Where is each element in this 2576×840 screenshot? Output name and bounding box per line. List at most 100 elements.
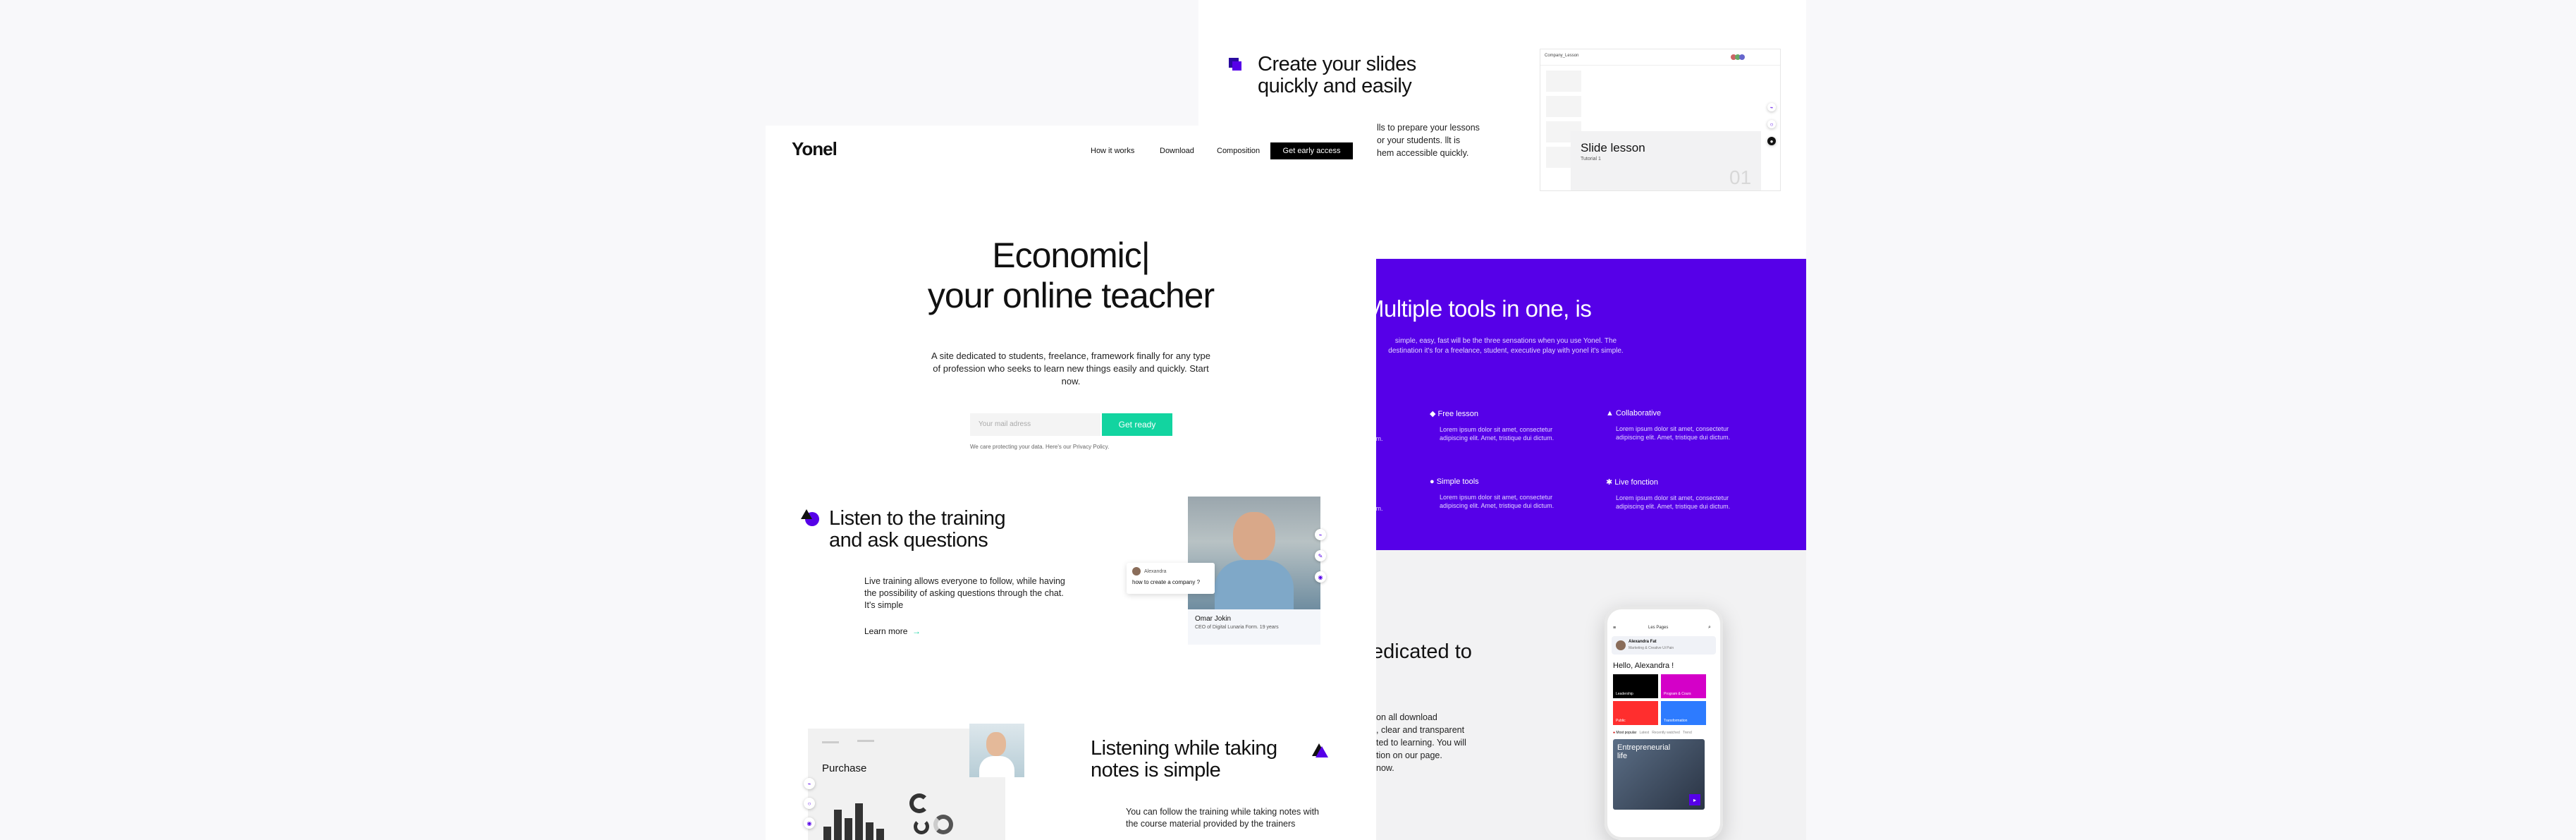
tile-leadership[interactable]: Leadership [1613, 674, 1658, 698]
trainer-name: Omar Jokin [1195, 615, 1232, 623]
user-name: Alexandra Fat [1629, 640, 1657, 644]
nav-download[interactable]: Download [1160, 147, 1194, 155]
slides-desc-line: lls to prepare your lessons [1377, 123, 1480, 133]
chat-bubble: Alexandra how to create a company ? [1127, 563, 1215, 594]
nav-composition[interactable]: Composition [1217, 147, 1260, 155]
notes-description: You can follow the training while taking… [1126, 807, 1320, 829]
tile-program[interactable]: Program & Cours [1661, 674, 1706, 698]
tile-label: Program & Cours [1664, 692, 1691, 696]
user-card[interactable]: Alexandra Fat Marketing & Creative Ui Pa… [1612, 636, 1716, 655]
listen-title-line1: Listen to the training [829, 507, 1006, 530]
link-icon[interactable]: ⌁ [804, 778, 815, 789]
chat-message: how to create a company ? [1132, 579, 1201, 585]
promo-title: Entrepreneurial life [1617, 743, 1671, 760]
dedicated-line: , clear and transparent [1376, 725, 1465, 735]
listen-icon [801, 509, 819, 528]
eye-icon[interactable]: ◉ [804, 817, 815, 829]
slide-canvas[interactable]: Slide lesson Tutorial 1 01 [1571, 131, 1761, 190]
feature-live-fonction: ✱ Live fonction Lorem ipsum dolor sit am… [1606, 477, 1757, 511]
tools-fragment: tum. [1376, 505, 1383, 512]
nav-how-it-works[interactable]: How it works [1091, 147, 1134, 155]
slides-title-line1: Create your slides [1258, 53, 1416, 75]
phone-tabs: ● Most popular Latest Recently watched T… [1613, 731, 1692, 735]
triangle-icon: ▲ [1606, 409, 1614, 418]
tab-most-popular[interactable]: Most popular [1616, 731, 1636, 735]
privacy-note[interactable]: We care protecting your data. Here's our… [970, 444, 1109, 450]
play-icon[interactable]: ▸ [1689, 794, 1700, 805]
slides-title-line2: quickly and easily [1258, 75, 1412, 97]
landing-page: Yonel How it works Download Composition … [766, 126, 1376, 840]
link-icon[interactable]: ⌁ [1315, 529, 1326, 540]
chat-name: Alexandra [1144, 568, 1167, 574]
tab-latest[interactable]: Latest [1640, 731, 1650, 735]
slide-thumb[interactable] [1546, 96, 1581, 117]
purchase-bar [845, 818, 852, 840]
hero-title-line2: your online teacher [927, 276, 1215, 315]
shirt-shape [979, 756, 1014, 777]
search-icon[interactable]: ⌕ [1708, 625, 1711, 631]
tile-transformation[interactable]: Transformation [1661, 701, 1706, 725]
get-early-access-button[interactable]: Get early access [1270, 142, 1353, 159]
notes-title-line2: notes is simple [1091, 759, 1221, 781]
phone-header: Les Pages [1648, 626, 1669, 630]
feature-desc: Lorem ipsum dolor sit amet, consectetur … [1616, 494, 1731, 510]
dedicated-line: ted to learning. You will [1376, 738, 1466, 748]
feature-free-lesson: ◆ Free lesson Lorem ipsum dolor sit amet… [1430, 409, 1581, 442]
feature-desc: Lorem ipsum dolor sit amet, consectetur … [1440, 426, 1554, 442]
feature-desc: Lorem ipsum dolor sit amet, consectetur … [1440, 494, 1554, 509]
tools-fragment: tum. [1376, 435, 1383, 442]
feature-desc: Lorem ipsum dolor sit amet, consectetur … [1616, 425, 1731, 441]
tools-section: Multiple tools in one, is simple, easy, … [1376, 259, 1806, 550]
label-line [822, 741, 839, 743]
avatar [1739, 54, 1745, 60]
hero-title-line1: Economic| [992, 236, 1151, 275]
promo-card[interactable]: Entrepreneurial life ▸ [1613, 739, 1705, 810]
mock-slide-title: Slide lesson [1581, 141, 1645, 154]
slides-desc-line: or your students. llt is [1377, 135, 1461, 145]
slides-description: lls to prepare your lessons or your stud… [1377, 121, 1480, 159]
tab-recently-watched[interactable]: Recently watched [1652, 731, 1679, 735]
listen-description: Live training allows everyone to follow,… [864, 576, 1065, 610]
donut-chart [909, 793, 929, 813]
email-input[interactable]: Your mail adress [970, 413, 1100, 436]
avatar [1132, 567, 1141, 576]
slides-desc-line: hem accessible quickly. [1377, 148, 1469, 158]
feature-name: Collaborative [1615, 409, 1662, 418]
trainer-card: Omar Jokin CEO of Digital Lunaria Form. … [1188, 609, 1320, 645]
logo[interactable]: Yonel [792, 138, 838, 160]
settings-icon[interactable]: ● [1767, 137, 1776, 145]
purchase-title: Purchase [822, 762, 867, 774]
menu-icon[interactable]: ≡ [1613, 626, 1616, 631]
purchase-bar [834, 810, 842, 840]
avatar [1616, 640, 1626, 650]
chat-icon[interactable]: ○ [1767, 120, 1776, 128]
slide-thumb[interactable] [1546, 71, 1581, 92]
dedicated-text: on all download , clear and transparent … [1376, 711, 1466, 774]
tile-public[interactable]: Public [1613, 701, 1658, 725]
chat-icon[interactable]: ○ [804, 798, 815, 809]
tab-trend[interactable]: Trend [1683, 731, 1692, 735]
book-icon: ◆ [1430, 410, 1436, 418]
slides-title: Create your slides quickly and easily [1258, 54, 1416, 97]
trainer-title: CEO of Digital Lunaria Form. 19 years [1195, 625, 1279, 630]
chat-icon[interactable]: ✎ [1315, 550, 1326, 561]
tile-label: Leadership [1616, 692, 1633, 696]
tile-label: Public [1616, 719, 1626, 723]
eye-icon[interactable]: ◉ [1315, 571, 1326, 583]
slides-icon [1229, 58, 1241, 71]
tools-description: simple, easy, fast will be the three sen… [1388, 337, 1624, 355]
dedicated-title: edicated to [1376, 640, 1472, 663]
link-icon[interactable]: ⌁ [1767, 103, 1776, 111]
get-ready-button[interactable]: Get ready [1102, 413, 1172, 436]
learn-more-link[interactable]: Learn more → [864, 626, 921, 636]
tools-title: Multiple tools in one, is [1376, 296, 1592, 322]
notes-icon [1312, 743, 1329, 759]
shirt-shape [1215, 560, 1294, 609]
student-photo [969, 724, 1024, 777]
mock-slide-sub: Tutorial 1 [1581, 157, 1601, 162]
listen-title: Listen to the training and ask questions [829, 507, 1006, 552]
feature-name: Live fonction [1614, 478, 1659, 487]
user-sub: Marketing & Creative Ui Pain [1629, 646, 1674, 650]
hero-description: A site dedicated to students, freelance,… [931, 351, 1210, 386]
donut-chart [914, 819, 929, 834]
